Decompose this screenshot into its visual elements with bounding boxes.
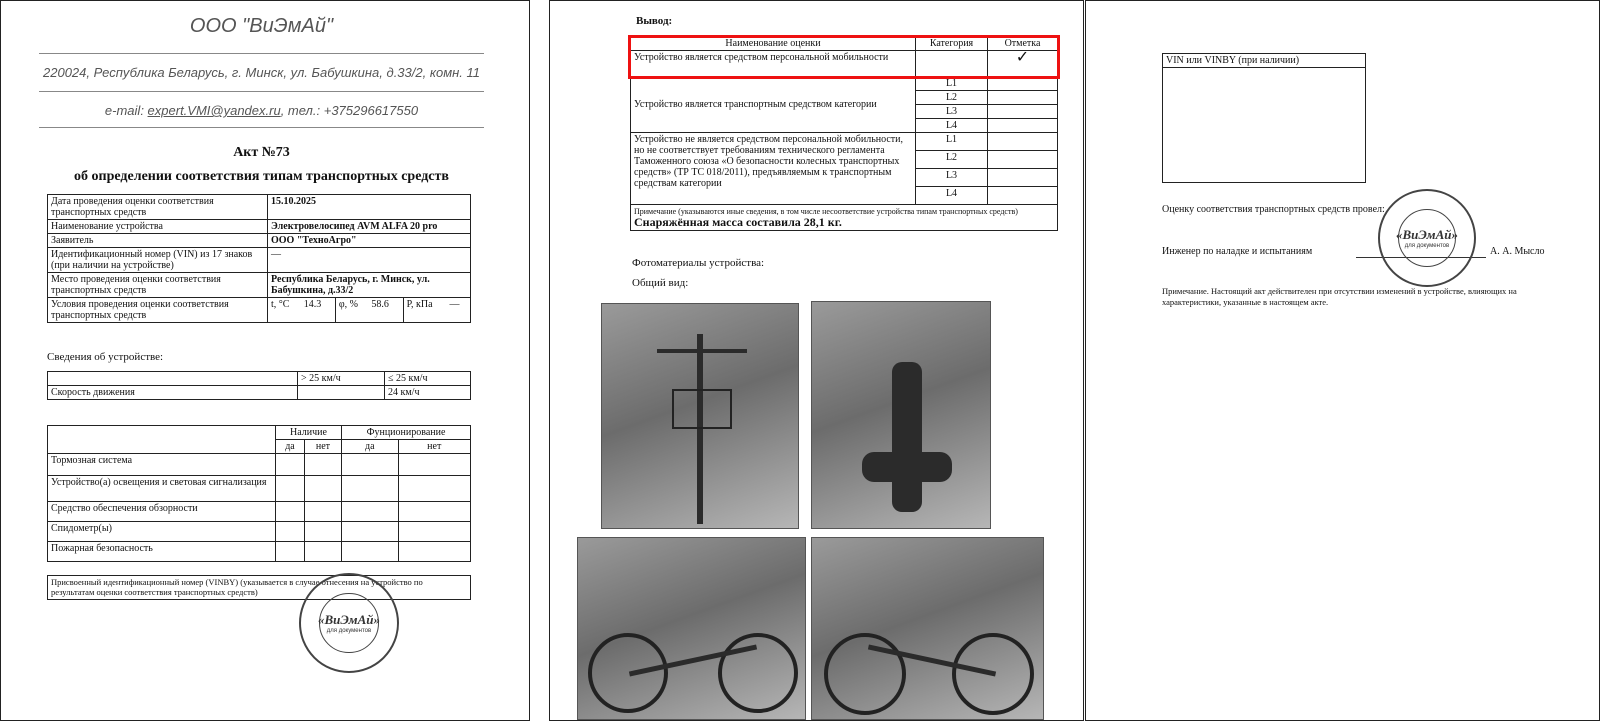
- vinby-table: Присвоенный идентификационный номер (VIN…: [47, 575, 471, 600]
- validity-note: Примечание. Настоящий акт действителен п…: [1162, 286, 1517, 307]
- engineer-label: Инженер по наладке и испытаниям: [1162, 246, 1313, 257]
- table-row: Скорость движения 24 км/ч: [47, 385, 471, 400]
- bike-photo-rear: [811, 301, 991, 529]
- document-page-1: ООО "ВиЭмАй" 220024, Республика Беларусь…: [0, 0, 530, 721]
- table-row: Наименование устройства Электровелосипед…: [47, 219, 471, 234]
- document-page-2: Вывод: Наименование оценки Категория Отм…: [549, 0, 1084, 721]
- assessment-label: Оценку соответствия транспортных средств…: [1162, 204, 1385, 215]
- table-row: Тормозная система: [47, 453, 472, 476]
- bike-photo-left: [577, 537, 806, 720]
- header-divider: [39, 91, 484, 92]
- table-row: Устройство не является средством персона…: [630, 132, 1058, 205]
- email-link[interactable]: expert.VMI@yandex.ru: [148, 103, 281, 118]
- table-row: Примечание (указываются иные сведения, в…: [630, 204, 1058, 231]
- header-divider: [39, 127, 484, 128]
- act-number: Акт №73: [233, 145, 290, 160]
- table-row: Наличие Фунционирование: [47, 425, 471, 440]
- company-name: ООО "ВиЭмАй": [189, 15, 334, 37]
- table-row: Условия проведения оценки соответствия т…: [47, 297, 471, 323]
- header-divider: [39, 53, 484, 54]
- act-info-table: Дата проведения оценки соответствия тран…: [47, 194, 471, 323]
- conclusion-title: Вывод:: [636, 15, 673, 27]
- table-row: Средство обеспечения обзорности: [47, 501, 472, 522]
- note-value: Снаряжённая масса составила 28,1 кг.: [634, 215, 842, 229]
- company-address: 220024, Республика Беларусь, г. Минск, у…: [43, 65, 480, 80]
- device-info-title: Сведения об устройстве:: [47, 351, 164, 363]
- company-stamp: «ВиЭмАй» для документов: [1378, 189, 1476, 287]
- table-row: да нет да нет: [47, 439, 472, 454]
- general-view-label: Общий вид:: [632, 277, 689, 289]
- act-title: об определении соответствия типам трансп…: [74, 169, 449, 184]
- engineer-name: А. А. Мысло: [1490, 246, 1545, 257]
- bike-photo-right: [811, 537, 1044, 720]
- photos-title: Фотоматериалы устройства:: [632, 257, 765, 269]
- table-row: Заявитель ООО "ТехноАгро": [47, 233, 471, 248]
- table-row: Дата проведения оценки соответствия тран…: [47, 194, 471, 220]
- company-stamp: «ВиЭмАй» для документов: [299, 573, 399, 673]
- highlight-box: [628, 35, 1060, 79]
- table-row: Идентификационный номер (VIN) из 17 знак…: [47, 247, 471, 273]
- table-row: Пожарная безопасность: [47, 541, 472, 562]
- features-table: Наличие Фунционирование да нет да нет То…: [47, 425, 472, 562]
- document-page-3: VIN или VINBY (при наличии) Оценку соотв…: [1085, 0, 1600, 721]
- table-row: Спидометр(ы): [47, 521, 472, 542]
- vin-label: VIN или VINBY (при наличии): [1163, 54, 1365, 68]
- bike-photo-front: [601, 303, 799, 529]
- speed-table: > 25 км/ч ≤ 25 км/ч Скорость движения 24…: [47, 371, 471, 400]
- table-row: Устройство(а) освещения и световая сигна…: [47, 475, 472, 502]
- company-contacts: e-mail: expert.VMI@yandex.ru, тел.: +375…: [104, 103, 419, 118]
- table-row: > 25 км/ч ≤ 25 км/ч: [47, 371, 471, 386]
- table-row: Место проведения оценки соответствия тра…: [47, 272, 471, 298]
- table-row: Присвоенный идентификационный номер (VIN…: [47, 575, 471, 600]
- vin-box: VIN или VINBY (при наличии): [1162, 53, 1366, 183]
